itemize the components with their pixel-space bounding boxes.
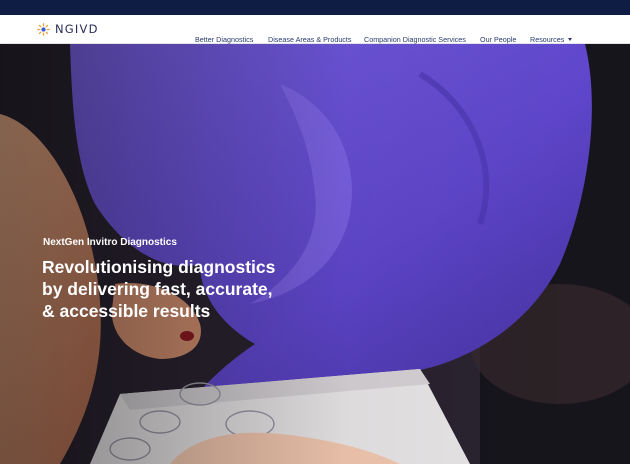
top-bar [0,0,630,15]
nav-resources-label: Resources [530,34,565,44]
hero-kicker: NextGen Invitro Diagnostics [43,237,177,248]
hero-headline-line: Revolutionising diagnostics [42,257,276,277]
hero-background-image [0,44,630,464]
sun-burst-logo-icon [37,22,50,36]
hero-headline: Revolutionising diagnostics by deliverin… [42,256,312,322]
hero-headline-line: by delivering fast, accurate, [42,279,273,299]
brand-name: NGIVD [55,22,99,36]
hero-banner: NextGen Invitro Diagnostics Revolutionis… [0,44,630,464]
hero-headline-line: & accessible results [42,301,211,321]
chevron-down-icon [568,37,573,41]
site-header: NGIVD Better Diagnostics Disease Areas &… [0,15,630,44]
brand-logo[interactable]: NGIVD [37,22,99,36]
